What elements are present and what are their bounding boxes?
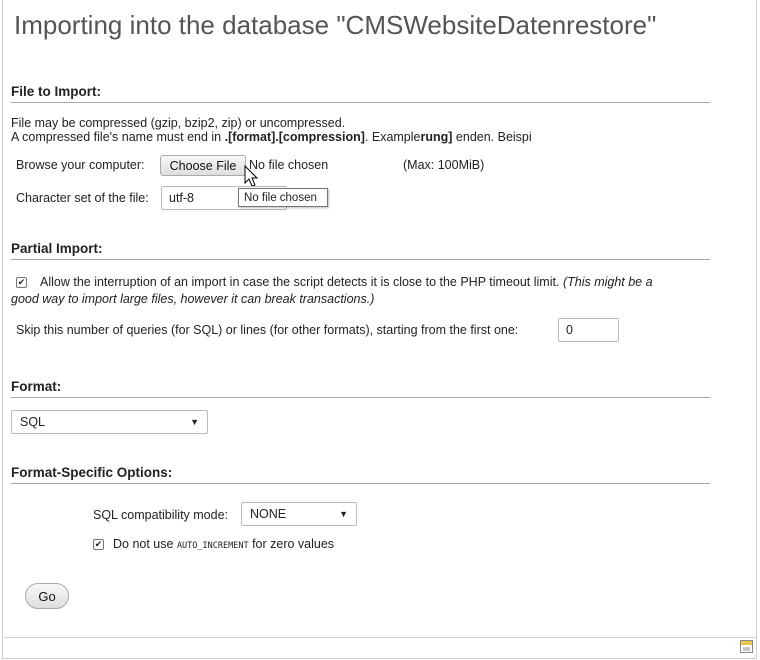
section-title-partial-import: Partial Import: <box>11 241 710 260</box>
desc-format-bold: .[format].[compression] <box>224 130 365 144</box>
chevron-down-icon: ▼ <box>339 509 348 519</box>
allow-note-text: good way to import large files, however … <box>11 292 375 306</box>
autoinc-code: AUTO_INCREMENT <box>176 541 249 551</box>
allow-interruption-label: Allow the interruption of an import in c… <box>40 275 653 289</box>
auto-increment-label: Do not use AUTO_INCREMENT for zero value… <box>113 537 334 551</box>
go-button[interactable]: Go <box>25 583 69 609</box>
browse-label: Browse your computer: <box>16 158 145 172</box>
skip-queries-value: 0 <box>566 323 573 337</box>
no-file-chosen-text: No file chosen <box>249 158 329 172</box>
choose-file-button[interactable]: Choose File <box>160 155 246 176</box>
console-icon[interactable] <box>740 640 754 654</box>
desc-text: . Exampl <box>364 130 414 144</box>
skip-queries-label: Skip this number of queries (for SQL) or… <box>16 323 519 337</box>
max-size-text: (Max: 100MiB) <box>403 158 485 172</box>
desc-text: A compressed file's name must end in <box>11 130 225 144</box>
format-selected-value: SQL <box>20 415 46 429</box>
autoinc-text: Do not use <box>113 537 177 551</box>
file-name-description: A compressed file's name must end in .[f… <box>11 130 532 144</box>
desc-text: e <box>413 130 421 144</box>
section-title-format-options: Format-Specific Options: <box>11 465 710 484</box>
charset-value: utf-8 <box>169 191 195 205</box>
skip-queries-input[interactable]: 0 <box>558 318 619 342</box>
desc-bold: rung] <box>420 130 453 144</box>
allow-note-text: (This might be a <box>562 275 653 289</box>
file-tooltip: No file chosen <box>238 188 328 207</box>
sql-compat-label: SQL compatibility mode: <box>93 508 229 522</box>
section-title-format: Format: <box>11 379 710 398</box>
section-title-file-to-import: File to Import: <box>11 84 710 103</box>
page-title: Importing into the database "CMSWebsiteD… <box>14 10 657 40</box>
checkmark-icon: ✔ <box>17 277 26 287</box>
chevron-down-icon: ▼ <box>190 417 199 427</box>
allow-note-line2: good way to import large files, however … <box>11 292 374 306</box>
checkmark-icon: ✔ <box>94 539 103 549</box>
sql-compat-select[interactable]: NONE ▼ <box>241 502 357 526</box>
allow-interruption-checkbox[interactable]: ✔ <box>16 277 27 288</box>
desc-text: enden. Beispi <box>452 130 532 144</box>
sql-compat-value: NONE <box>250 507 287 521</box>
footer-divider <box>5 637 755 638</box>
autoinc-text: for zero values <box>248 537 335 551</box>
charset-label: Character set of the file: <box>16 191 149 205</box>
auto-increment-checkbox[interactable]: ✔ <box>93 539 104 550</box>
file-compression-description: File may be compressed (gzip, bzip2, zip… <box>11 116 346 130</box>
allow-label-text: Allow the interruption of an import in c… <box>40 275 560 289</box>
format-select[interactable]: SQL ▼ <box>11 410 208 434</box>
